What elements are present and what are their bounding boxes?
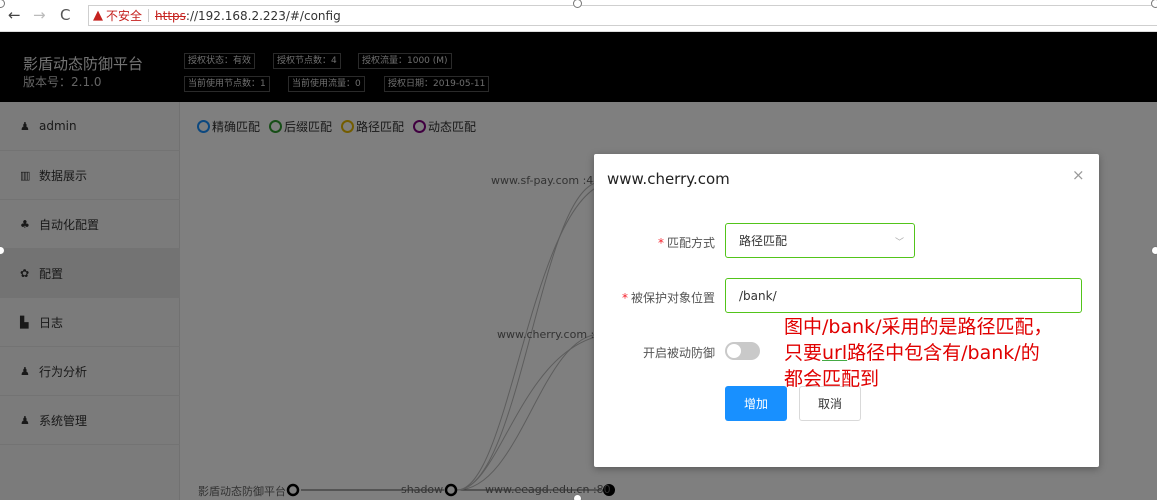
url-text: ://192.168.2.223/#/config — [185, 8, 341, 23]
resize-handle[interactable] — [1151, 246, 1157, 255]
edit-config-dialog: www.cherry.com × *匹配方式 路径匹配 ﹀ *被保护对象位置 开… — [594, 154, 1099, 467]
dialog-title: www.cherry.com — [607, 170, 730, 188]
toggle-knob — [727, 344, 741, 358]
resize-handle[interactable] — [573, 494, 582, 500]
back-arrow-icon[interactable]: ← — [8, 7, 21, 23]
annotation-line: 只要url路径中包含有/bank/的 — [784, 342, 1040, 364]
close-icon[interactable]: × — [1072, 166, 1085, 184]
passive-defense-label: 开启被动防御 — [642, 346, 715, 360]
url-scheme: https — [155, 8, 186, 23]
address-separator — [148, 9, 150, 22]
required-marker: * — [621, 291, 628, 305]
chevron-down-icon: ﹀ — [894, 238, 904, 248]
address-bar[interactable]: ▲ 不安全 https ://192.168.2.223/#/config — [88, 5, 1157, 26]
annotation-note: 图中/bank/采用的是路径匹配， 只要url路径中包含有/bank/的 都会匹… — [784, 314, 1154, 392]
add-button[interactable]: 增加 — [725, 386, 787, 421]
match-mode-select[interactable]: 路径匹配 ﹀ — [725, 223, 915, 258]
match-mode-value: 路径匹配 — [739, 234, 788, 248]
reload-icon[interactable]: C — [60, 7, 70, 23]
protected-path-label: * 被保护对象位置 — [621, 291, 715, 305]
required-marker: * — [657, 236, 664, 250]
insecure-label: 不安全 — [106, 9, 143, 23]
annotation-line: 图中/bank/采用的是路径匹配， — [784, 316, 1053, 338]
annotation-line: 都会匹配到 — [784, 368, 880, 390]
resize-handle[interactable] — [1151, 0, 1157, 8]
passive-defense-toggle[interactable] — [725, 342, 760, 360]
match-mode-label: * 匹配方式 — [657, 236, 715, 250]
protected-path-input[interactable] — [725, 278, 1082, 313]
forward-arrow-icon[interactable]: → — [33, 7, 46, 23]
warning-icon: ▲ — [93, 8, 103, 23]
